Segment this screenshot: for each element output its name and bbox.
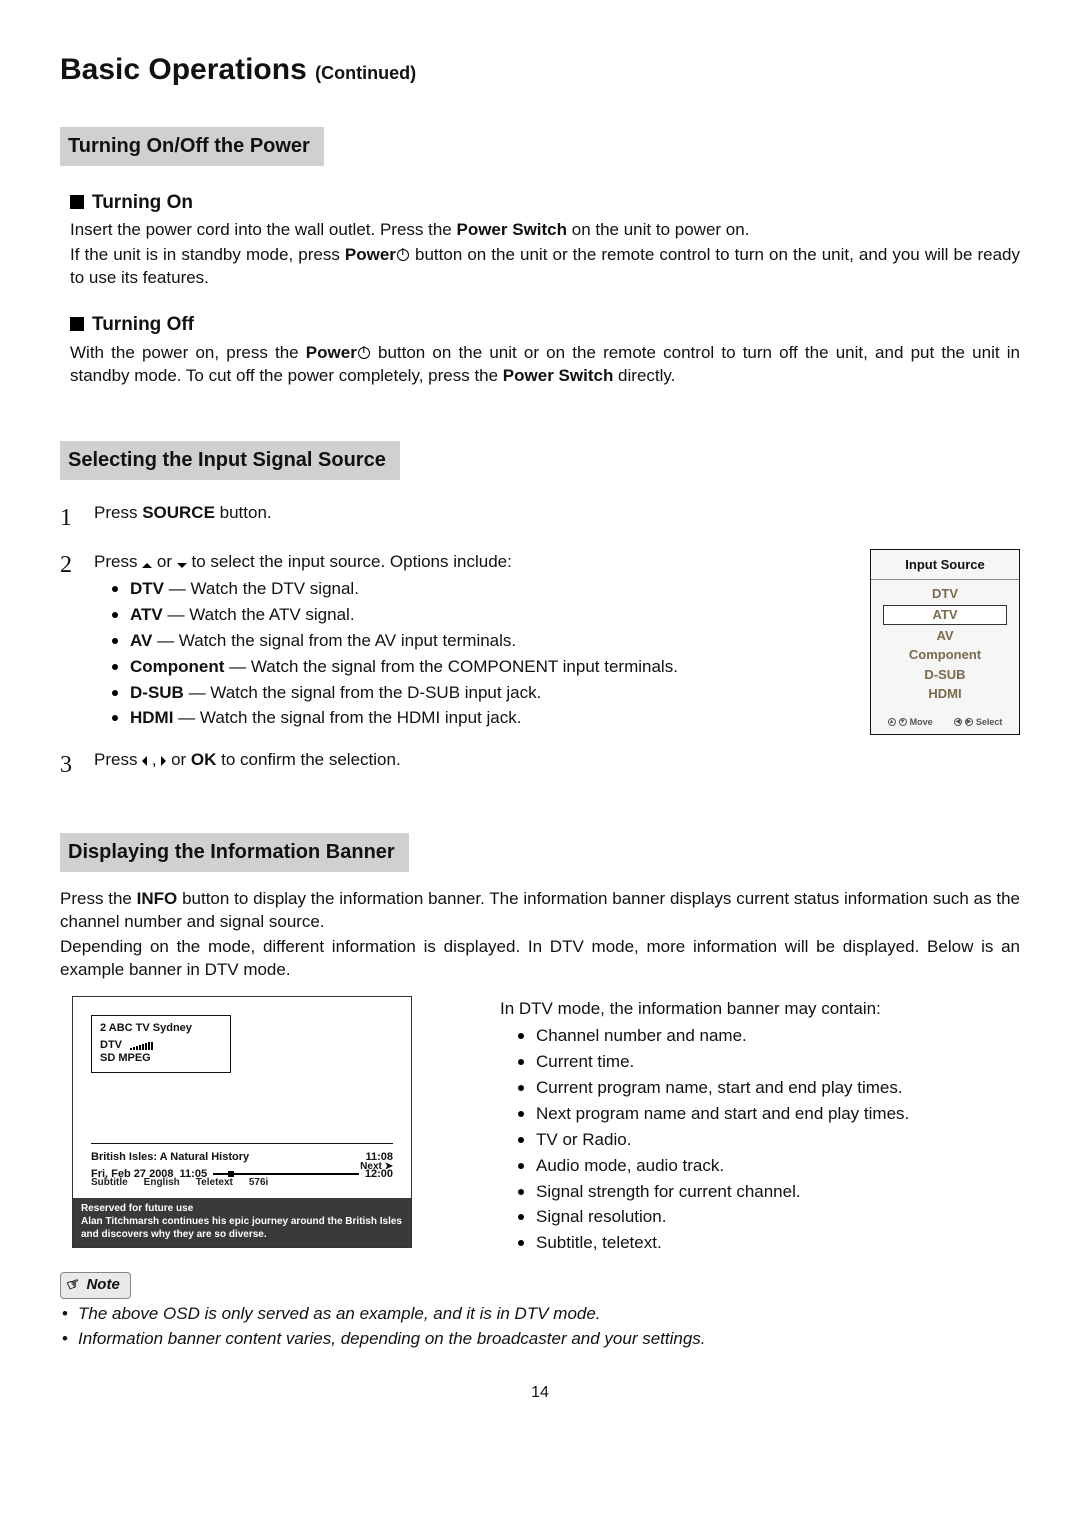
step3-text: Press , or OK to confirm the selection. [94,749,1020,781]
input-source-osd: Input Source DTV ATV AV Component D-SUB … [870,549,1020,735]
subheading-turning-off: Turning Off [60,312,1020,338]
title-main: Basic Operations [60,53,307,86]
pointing-hand-icon: ☞ [64,1274,84,1298]
banner-codec: SD MPEG [100,1052,222,1066]
signal-strength-icon [130,1042,153,1050]
list-item: TV or Radio. [518,1129,1020,1152]
info-right-lead: In DTV mode, the information banner may … [500,998,1020,1021]
title-continued: (Continued) [315,63,416,83]
step1-text: Press SOURCE button. [94,502,1020,534]
step-row: 3 Press , or OK to confirm the selection… [60,749,1020,781]
source-options-list: DTV — Watch the DTV signal. ATV — Watch … [112,578,842,731]
list-item: D-SUB — Watch the signal from the D-SUB … [112,682,842,705]
info-contains-list: Channel number and name. Current time. C… [518,1025,1020,1255]
section-heading-info: Displaying the Information Banner [60,833,409,872]
list-item: ATV — Watch the ATV signal. [112,604,842,627]
osd-item: Component [877,645,1013,665]
list-item: AV — Watch the signal from the AV input … [112,630,842,653]
banner-top-box: 2 ABC TV Sydney DTV SD MPEG [91,1015,231,1073]
list-item: Component — Watch the signal from the CO… [112,656,842,679]
list-item: Current program name, start and end play… [518,1077,1020,1100]
step-number: 3 [60,749,94,781]
list-item: Next program name and start and end play… [518,1103,1020,1126]
step-row: 1 Press SOURCE button. [60,502,1020,534]
note-item: The above OSD is only served as an examp… [62,1303,1020,1326]
info-banner-mock: 2 ABC TV Sydney DTV SD MPEG British Isle… [72,996,412,1248]
list-item: Subtitle, teletext. [518,1232,1020,1255]
osd-item: AV [877,626,1013,646]
banner-mode: DTV [100,1039,122,1053]
page-number: 14 [60,1382,1020,1404]
up-arrow-icon [142,563,152,568]
osd-footer: ▲▼ Move ◀▶ Select [871,712,1019,734]
down-arrow-icon [177,563,187,568]
power-icon [358,347,370,359]
power-icon [397,249,409,261]
osd-item: HDMI [877,684,1013,704]
list-item: DTV — Watch the DTV signal. [112,578,842,601]
step-number: 1 [60,502,94,534]
banner-description: Reserved for future use Alan Titchmarsh … [73,1198,411,1247]
info-p1: Press the INFO button to display the inf… [60,888,1020,934]
osd-items: DTV ATV AV Component D-SUB HDMI [871,580,1019,711]
page-title: Basic Operations (Continued) [60,50,1020,91]
step-number: 2 [60,549,94,735]
power-on-p1: Insert the power cord into the wall outl… [70,219,1020,242]
banner-program-name: British Isles: A Natural History [91,1150,249,1165]
list-item: Audio mode, audio track. [518,1155,1020,1178]
osd-item: D-SUB [877,665,1013,685]
osd-title: Input Source [871,550,1019,580]
banner-program: British Isles: A Natural History 11:08 F… [91,1143,393,1190]
progress-bar-icon [213,1173,359,1175]
list-item: Signal strength for current channel. [518,1181,1020,1204]
note-item: Information banner content varies, depen… [62,1328,1020,1351]
power-on-p2: If the unit is in standby mode, press Po… [70,244,1020,290]
osd-item-selected: ATV [883,605,1007,625]
list-item: HDMI — Watch the signal from the HDMI in… [112,707,842,730]
notes-list: The above OSD is only served as an examp… [62,1303,1020,1351]
note-label: ☞ Note [60,1272,131,1298]
osd-item: DTV [877,584,1013,604]
list-item: Channel number and name. [518,1025,1020,1048]
subheading-turning-on: Turning On [60,190,1020,216]
section-heading-power: Turning On/Off the Power [60,127,324,166]
step2-text: Press or to select the input source. Opt… [94,549,842,734]
list-item: Signal resolution. [518,1206,1020,1229]
info-p2: Depending on the mode, different informa… [60,936,1020,982]
step-row: 2 Press or to select the input source. O… [60,549,1020,735]
power-off-p1: With the power on, press the Power butto… [70,342,1020,388]
banner-channel: 2 ABC TV Sydney [100,1022,222,1036]
list-item: Current time. [518,1051,1020,1074]
section-heading-source: Selecting the Input Signal Source [60,441,400,480]
